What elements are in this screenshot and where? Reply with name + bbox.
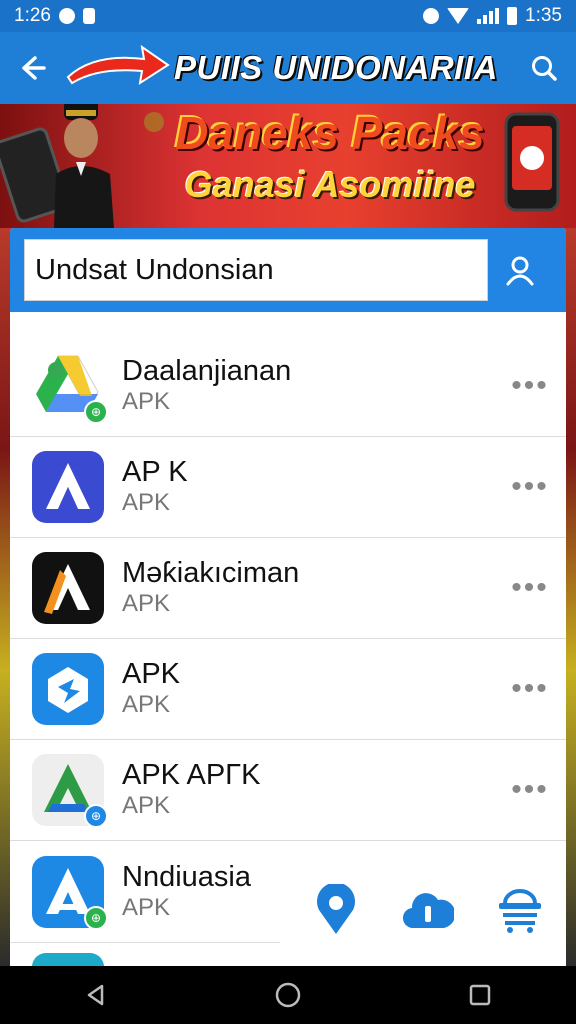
nav-home-icon: [275, 982, 301, 1008]
nav-bar: [0, 966, 576, 1024]
search-input[interactable]: Undsat Undonsian: [24, 239, 488, 301]
white-a-icon: ⊕: [32, 855, 108, 930]
nav-recents-icon: [469, 984, 491, 1006]
app-text: APK APK: [122, 658, 500, 720]
status-right: 1:35: [423, 5, 562, 27]
app-text: AP K APK: [122, 456, 500, 518]
status-time-right: 1:35: [525, 5, 562, 26]
account-button[interactable]: [488, 239, 552, 301]
app-type: APK: [122, 388, 171, 415]
search-icon: [532, 56, 557, 81]
blue-a-icon: [32, 451, 104, 523]
list-item-partial[interactable]: [10, 942, 280, 966]
basket-button[interactable]: [490, 880, 550, 940]
nav-back-icon: [87, 984, 104, 1006]
person-icon: [506, 256, 534, 286]
promo-banner[interactable]: Daneks Packs Ganasi Asomiine: [0, 104, 576, 228]
app-type: APK: [122, 489, 171, 516]
phone-image: [504, 112, 560, 212]
list-item[interactable]: ⊕ Daalanjianan APK •••: [10, 336, 566, 437]
app-bar: PUIIS UNIDONARIIA: [0, 32, 576, 104]
drive-icon: ⊕: [32, 350, 108, 424]
red-arrow-decoration: [64, 32, 174, 104]
app-name: AP K: [122, 456, 188, 488]
search-row: Undsat Undonsian: [10, 228, 566, 312]
nav-back-button[interactable]: [66, 966, 126, 1024]
status-bar: 1:26 1:35: [0, 0, 576, 32]
app-text: Məƙiakıciman APK: [122, 557, 500, 619]
app-name: Məƙiakıciman: [122, 557, 300, 589]
cloud-info-icon: [403, 893, 454, 929]
location-button[interactable]: [306, 880, 366, 940]
nav-home-button[interactable]: [258, 966, 318, 1024]
person-image: [54, 104, 164, 228]
app-list-panel: Undsat Undonsian ⊕ Daalanjianan APK ••• …: [10, 228, 566, 966]
wifi-icon: [447, 8, 470, 24]
more-button[interactable]: •••: [500, 760, 560, 820]
status-left: 1:26: [14, 5, 95, 27]
basket-icon: [499, 889, 541, 933]
badge-icon: ⊕: [84, 400, 108, 424]
status-time: 1:26: [14, 5, 51, 26]
green-a-icon: ⊕: [32, 754, 108, 828]
app-name: APK: [122, 658, 181, 690]
back-arrow-icon: [22, 56, 46, 80]
list-item[interactable]: AP K APK •••: [10, 437, 566, 538]
list-item[interactable]: APK APK •••: [10, 639, 566, 740]
blue-box-icon: [32, 653, 104, 725]
signal-icon: [477, 8, 500, 24]
badge-icon: ⊕: [84, 905, 108, 930]
more-button[interactable]: •••: [500, 457, 560, 517]
more-button[interactable]: •••: [500, 558, 560, 618]
app-title: PUIIS UNIDONARIIA: [174, 49, 498, 86]
banner-subheadline: Ganasi Asomiine: [184, 164, 476, 205]
location-pin-icon: [317, 884, 355, 934]
app-type: APK: [122, 590, 171, 617]
nav-recents-button[interactable]: [450, 966, 510, 1024]
app-type: APK: [122, 792, 171, 819]
app-text: Daalanjianan APK: [122, 355, 500, 417]
list-item[interactable]: Məƙiakıciman APK •••: [10, 538, 566, 639]
search-button[interactable]: [512, 32, 576, 104]
app-name: APK APΓK: [122, 759, 261, 791]
bottom-actions: [290, 860, 566, 960]
badge-icon: ⊕: [84, 804, 108, 828]
app-type: APK: [122, 691, 171, 718]
banner-headline: Daneks Packs: [175, 107, 485, 159]
more-button[interactable]: •••: [500, 356, 560, 416]
app-text: APK APΓK APK: [122, 759, 500, 821]
app-icon: [32, 953, 104, 966]
list-item[interactable]: ⊕ APK APΓK APK •••: [10, 740, 566, 841]
battery-icon: [507, 7, 518, 25]
cloud-button[interactable]: [398, 880, 458, 940]
black-a-icon: [32, 552, 104, 624]
alarm-icon: [423, 8, 440, 24]
notification-icon: [58, 8, 75, 24]
more-button[interactable]: •••: [500, 659, 560, 719]
notification-icon: [82, 8, 95, 24]
back-button[interactable]: [0, 32, 64, 104]
app-name: Daalanjianan: [122, 355, 292, 387]
